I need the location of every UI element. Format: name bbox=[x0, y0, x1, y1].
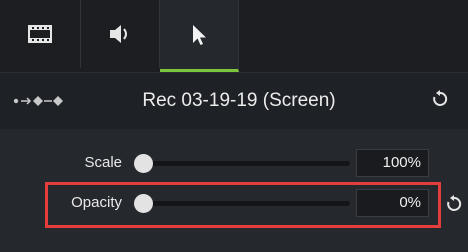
media-title: Rec 03-19-19 (Screen) bbox=[142, 90, 336, 111]
scale-value-field[interactable]: 100% bbox=[356, 149, 429, 177]
properties-tab-bar bbox=[0, 0, 468, 72]
scale-slider-thumb[interactable] bbox=[134, 154, 153, 173]
scale-row: Scale 100% bbox=[0, 146, 468, 180]
speaker-icon bbox=[110, 25, 127, 43]
properties-header: Rec 03-19-19 (Screen) bbox=[0, 72, 468, 129]
film-strip-icon bbox=[28, 25, 52, 43]
cursor-icon bbox=[193, 24, 206, 45]
scale-slider-track[interactable] bbox=[140, 161, 350, 166]
tab-cursor[interactable] bbox=[160, 0, 239, 72]
tab-audio[interactable] bbox=[81, 0, 160, 68]
tab-visual[interactable] bbox=[0, 0, 81, 68]
reset-icon[interactable] bbox=[430, 89, 450, 109]
opacity-reset-icon[interactable] bbox=[444, 194, 464, 214]
opacity-highlight-box bbox=[45, 182, 441, 228]
scale-label: Scale bbox=[84, 154, 122, 171]
tab-bar-fill bbox=[239, 0, 468, 72]
